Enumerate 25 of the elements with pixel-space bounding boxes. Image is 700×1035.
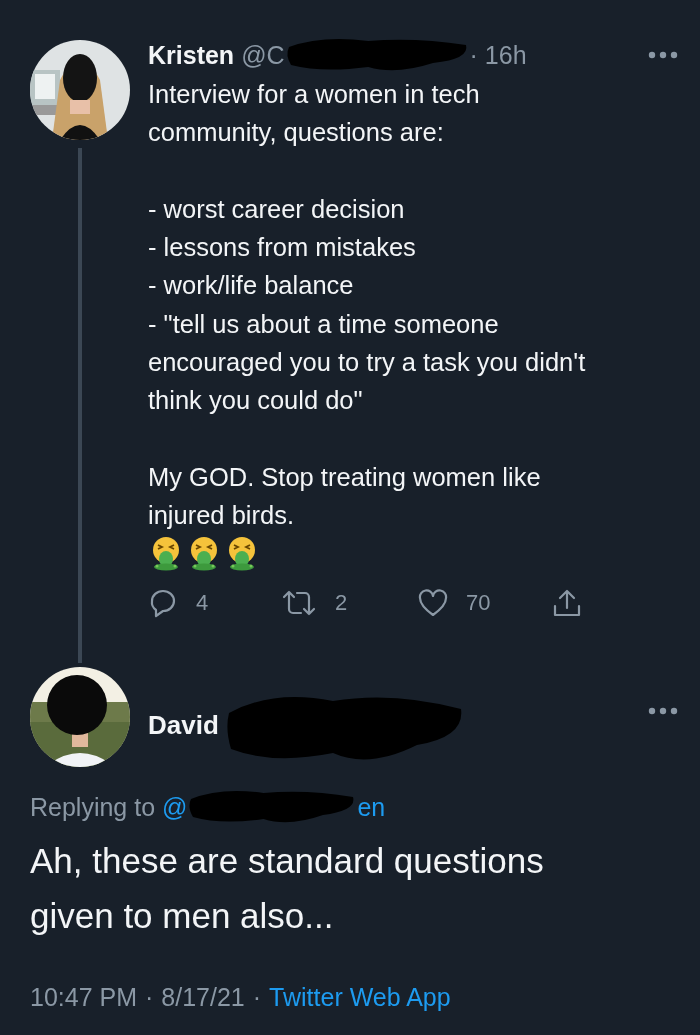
share-icon[interactable] [552, 587, 582, 618]
more-icon[interactable] [648, 706, 678, 715]
reply-time: 10:47 PM [30, 983, 137, 1012]
like-count: 70 [466, 589, 491, 616]
more-icon[interactable] [648, 51, 678, 59]
comment-icon[interactable] [148, 587, 178, 618]
retweet-count: 2 [335, 589, 348, 616]
separator-dot: · [252, 983, 262, 1012]
separator-dot: · [145, 983, 154, 1012]
tweet-text: Interview for a women in tech community, questions are: [148, 79, 481, 149]
mention-start[interactable]: @ [162, 792, 188, 822]
separator-dot: · [469, 40, 479, 70]
tweet-time[interactable]: 16h [484, 40, 527, 70]
replying-label: Replying to [30, 792, 157, 822]
heart-icon[interactable] [418, 588, 448, 617]
reply-date: 8/17/21 [161, 983, 245, 1012]
tweet-text: My GOD. Stop treating women like injured birds. [148, 461, 542, 532]
author-handle[interactable]: @C [241, 40, 285, 70]
reply-count: 4 [196, 589, 209, 616]
source-link[interactable]: Twitter Web App [269, 983, 451, 1012]
tweet-text: - worst career decision - lessons from mistakes - work/life balance - "tell us about a time someone encouraged you to try a task you didn't think you could do" [148, 193, 587, 417]
author-name[interactable]: Kristen [148, 40, 235, 70]
reply-text: Ah, these are standard questions given to men also... [30, 840, 545, 937]
mention-end[interactable]: en [357, 792, 386, 822]
author-name[interactable]: David [148, 709, 219, 741]
